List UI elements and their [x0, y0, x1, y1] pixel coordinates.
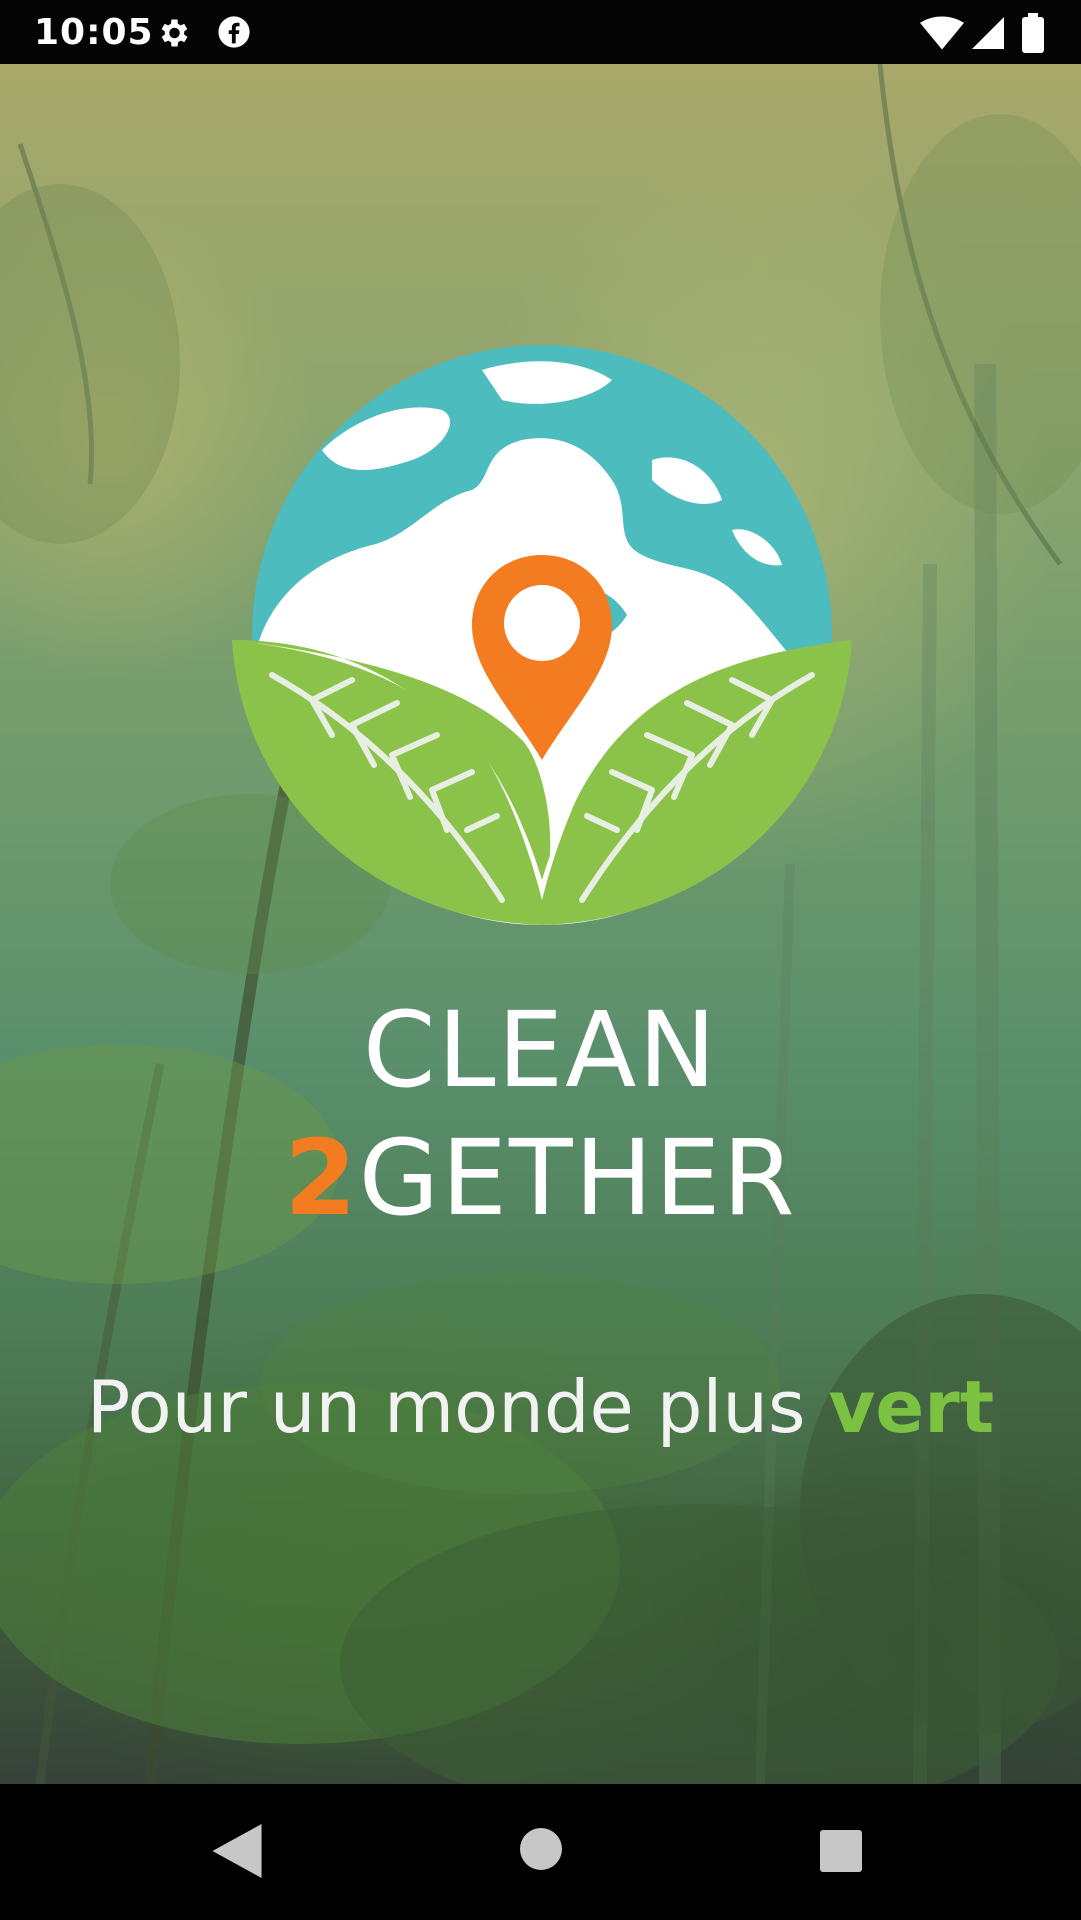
recents-icon[interactable]: [820, 1830, 862, 1872]
brand-line-2gether: 2GETHER: [0, 1118, 1081, 1238]
back-icon[interactable]: [212, 1824, 262, 1878]
status-time: 10:05: [34, 12, 154, 53]
gear-icon: [161, 19, 188, 47]
battery-icon: [1022, 13, 1044, 53]
facebook-icon: [218, 16, 250, 48]
home-icon[interactable]: [520, 1828, 562, 1870]
brand-number-2: 2: [284, 1117, 359, 1239]
tagline-text: Pour un monde plus: [86, 1365, 829, 1449]
tagline: Pour un monde plus vert: [0, 1365, 1081, 1449]
tagline-accent-word: vert: [828, 1365, 995, 1449]
wifi-icon: [920, 16, 964, 50]
splash-screen: 10:05 CLEAN 2GETHER Pour un monde plus v…: [0, 0, 1081, 1920]
navigation-bar: [0, 1784, 1081, 1920]
status-bar: 10:05: [0, 0, 1081, 64]
brand-word-gether: GETHER: [358, 1117, 797, 1239]
signal-icon: [972, 17, 1004, 49]
brand-line-clean: CLEAN: [362, 989, 719, 1111]
app-brand-name: CLEAN 2GETHER: [0, 990, 1081, 1238]
clean2gether-logo: [232, 345, 852, 925]
